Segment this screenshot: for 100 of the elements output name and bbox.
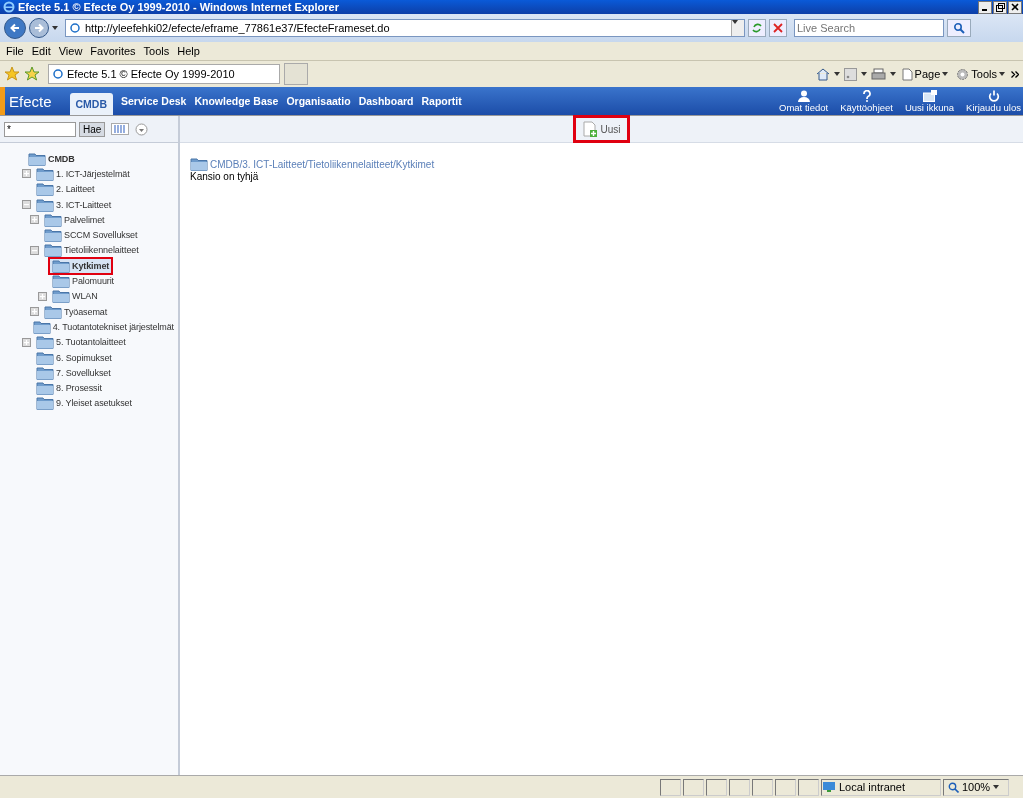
app-logo: Efecte <box>8 92 53 110</box>
folder-icon <box>36 335 54 350</box>
folder-icon <box>52 289 70 304</box>
status-pane <box>660 778 681 796</box>
nav-tab[interactable]: Dashboard <box>358 92 414 110</box>
new-button[interactable]: Uusi <box>573 115 630 143</box>
nav-tab[interactable]: Service Desk <box>121 92 187 110</box>
folder-icon <box>36 166 54 181</box>
restore-icon <box>995 2 1005 12</box>
folder-icon <box>52 258 70 273</box>
help-icon <box>860 89 873 102</box>
caret-icon[interactable] <box>993 785 1000 789</box>
collapse-toggle[interactable] <box>22 200 31 210</box>
caret-icon[interactable] <box>52 26 58 30</box>
status-pane <box>683 778 704 796</box>
menu-item[interactable]: View <box>54 45 87 57</box>
expand-toggle[interactable] <box>30 215 39 225</box>
status-pane <box>798 778 819 796</box>
browser-logo-icon <box>3 1 15 13</box>
search-button[interactable]: Hae <box>79 121 106 137</box>
menu-item[interactable]: Help <box>173 45 204 57</box>
new-document-icon <box>582 121 599 137</box>
minimize-button[interactable] <box>978 0 992 14</box>
empty-folder-message: Kansio on tyhjä <box>190 171 260 182</box>
add-favorite-icon[interactable] <box>24 66 40 82</box>
status-pane <box>752 778 773 796</box>
close-button[interactable] <box>1008 0 1022 14</box>
back-button[interactable] <box>4 17 26 39</box>
chevron-icon[interactable] <box>1011 70 1019 78</box>
folder-icon <box>44 212 62 227</box>
nav-tab[interactable]: Organisaatio <box>286 92 351 110</box>
caret-icon[interactable] <box>999 72 1005 76</box>
folder-icon <box>36 396 54 411</box>
window-title: Efecte 5.1 © Efecte Oy 1999-2010 - Windows Internet Explorer <box>18 1 339 13</box>
nav-action[interactable]: Uusi ikkuna <box>902 89 957 113</box>
address-field[interactable]: http://yleefehki02/efecte/eframe_77861e37/EfecteFrameset.do <box>65 19 745 37</box>
folder-icon <box>44 243 62 258</box>
caret-icon[interactable] <box>860 72 867 76</box>
power-icon <box>987 89 1000 102</box>
menu-item[interactable]: Edit <box>27 45 55 57</box>
folder-icon <box>36 365 54 380</box>
collapse-toggle[interactable] <box>30 245 39 255</box>
search-field[interactable]: * <box>4 121 76 137</box>
close-icon <box>1011 3 1019 11</box>
printer-icon[interactable] <box>870 67 886 81</box>
search-button[interactable] <box>947 19 971 37</box>
breadcrumb-link[interactable]: CMDB/3. ICT-Laitteet/Tietoliikennelaitteet/Kytkimet <box>210 158 435 170</box>
folder-icon <box>32 319 51 334</box>
forward-button[interactable] <box>29 18 49 38</box>
browser-tab[interactable]: Efecte 5.1 © Efecte Oy 1999-2010 <box>48 64 280 84</box>
stop-icon <box>773 23 783 33</box>
nav-tab[interactable]: Raportit <box>421 92 462 110</box>
menu-item[interactable]: File <box>2 45 28 57</box>
menu-item[interactable]: Tools <box>139 45 174 57</box>
page-menu[interactable]: Page <box>899 67 951 81</box>
folder-icon <box>190 157 208 171</box>
menu-item[interactable]: Favorites <box>86 45 140 57</box>
network-icon <box>822 781 836 793</box>
folder-icon <box>36 350 54 365</box>
expand-toggle[interactable] <box>38 291 47 301</box>
stop-button[interactable] <box>769 19 787 37</box>
security-zone: Local intranet <box>821 778 941 796</box>
tree-item[interactable]: Kytkimet <box>48 256 114 275</box>
nav-action[interactable]: Käyttöohjeet <box>838 89 895 113</box>
zoom-control[interactable]: 100% <box>943 778 1009 796</box>
nav-tab[interactable]: CMDB <box>69 93 114 115</box>
zoom-icon <box>948 781 959 793</box>
status-pane <box>729 778 750 796</box>
caret-icon[interactable] <box>732 20 738 24</box>
folder-icon <box>44 228 62 243</box>
restore-button[interactable] <box>993 0 1007 14</box>
status-pane <box>775 778 796 796</box>
nav-tab[interactable]: Knowledge Base <box>194 92 279 110</box>
tools-menu[interactable]: Tools <box>954 67 1007 81</box>
caret-icon[interactable] <box>833 72 840 76</box>
home-icon[interactable] <box>815 67 830 81</box>
status-pane <box>706 778 727 796</box>
folder-icon <box>28 151 46 166</box>
star-icon[interactable] <box>4 66 20 82</box>
search-icon <box>953 22 965 34</box>
expand-toggle[interactable] <box>22 337 31 347</box>
download-icon[interactable] <box>135 122 149 136</box>
gear-icon <box>956 67 970 81</box>
caret-icon[interactable] <box>889 72 896 76</box>
expand-toggle[interactable] <box>22 169 31 179</box>
nav-action[interactable]: Omat tiedot <box>777 89 831 113</box>
refresh-icon <box>751 22 763 34</box>
refresh-button[interactable] <box>748 19 766 37</box>
barcode-icon[interactable] <box>111 123 130 135</box>
search-field[interactable]: Live Search <box>794 19 944 37</box>
window-icon <box>922 89 937 102</box>
folder-icon <box>36 381 54 396</box>
arrow-right-icon <box>33 22 45 34</box>
nav-action[interactable]: Kirjaudu ulos <box>964 89 1023 113</box>
expand-toggle[interactable] <box>30 307 39 317</box>
user-icon <box>797 89 810 102</box>
folder-icon <box>44 304 62 319</box>
caret-icon[interactable] <box>942 72 949 76</box>
folder-icon <box>36 197 54 212</box>
folder-icon <box>36 182 54 197</box>
